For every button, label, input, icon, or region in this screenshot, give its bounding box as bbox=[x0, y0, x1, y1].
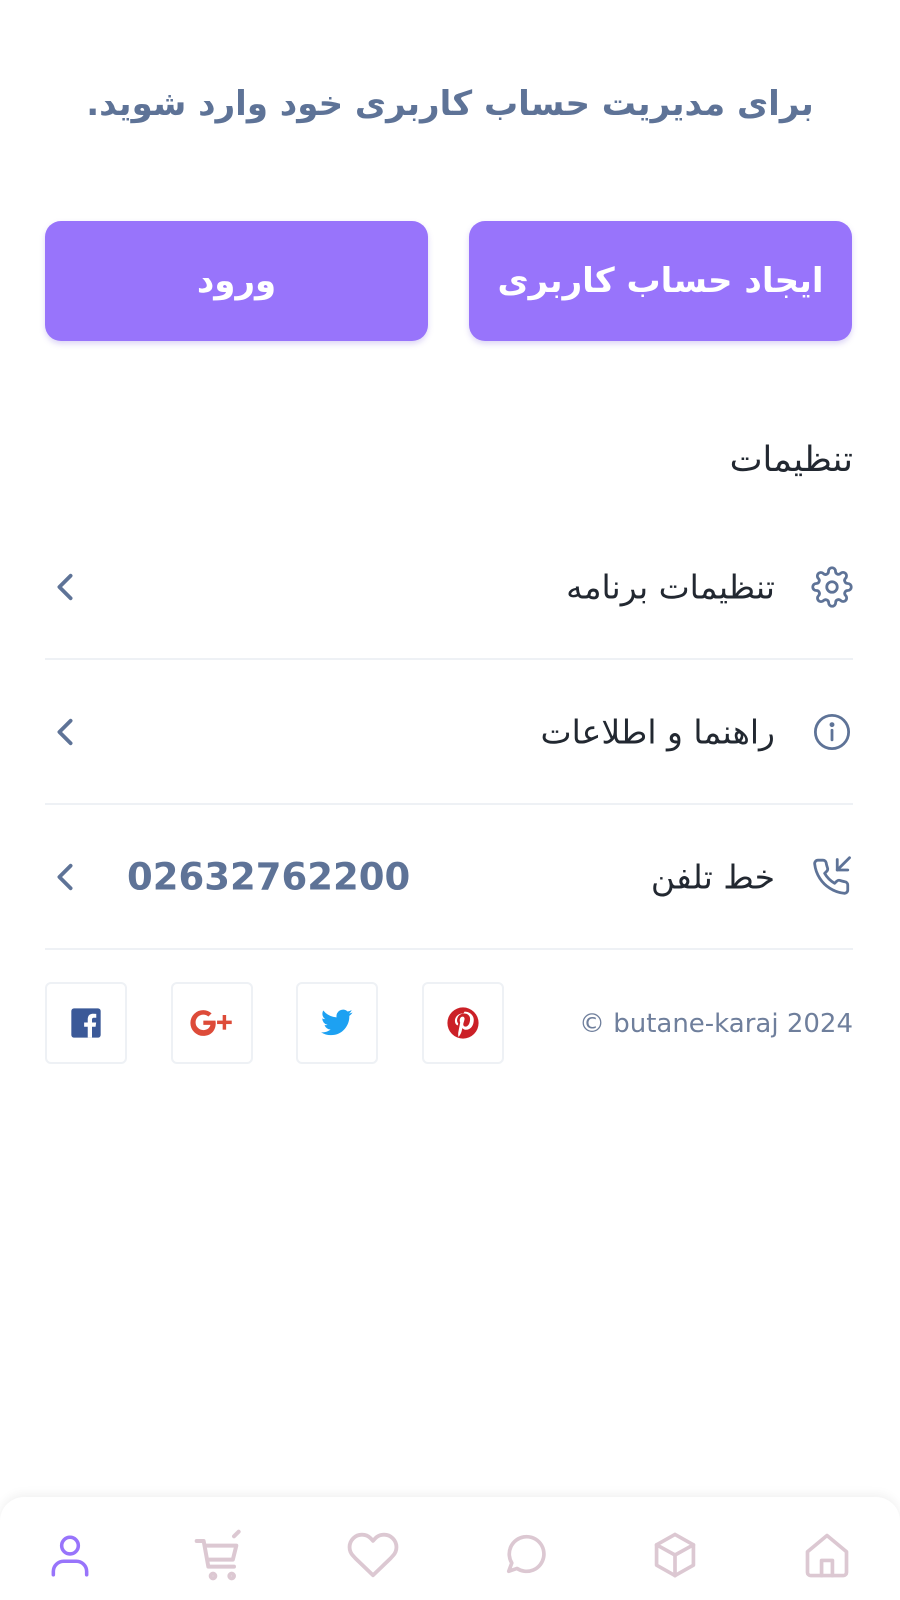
settings-item-label: تنظیمات برنامه bbox=[566, 567, 775, 606]
chevron-left-icon bbox=[57, 718, 73, 745]
phone-icon bbox=[813, 855, 851, 895]
chat-icon bbox=[506, 1534, 546, 1574]
info-icon bbox=[813, 713, 851, 750]
register-button[interactable]: ایجاد حساب کاربری bbox=[469, 221, 852, 341]
pinterest-icon bbox=[447, 1007, 479, 1039]
nav-home[interactable] bbox=[797, 1525, 857, 1585]
copyright-text: © butane-karaj 2024 bbox=[578, 1009, 853, 1039]
nav-search[interactable] bbox=[495, 1525, 555, 1585]
user-icon bbox=[51, 1535, 89, 1577]
chevron-left-icon bbox=[57, 863, 73, 890]
phone-number[interactable]: 02632762200 bbox=[127, 855, 410, 898]
gear-icon bbox=[811, 565, 853, 608]
heart-icon bbox=[347, 1532, 399, 1578]
settings-item-label: راهنما و اطلاعات bbox=[540, 712, 775, 751]
bottom-navigation bbox=[0, 1497, 900, 1600]
settings-item-app-settings[interactable]: تنظیمات برنامه bbox=[45, 515, 853, 660]
nav-profile[interactable] bbox=[40, 1525, 100, 1585]
twitter-icon bbox=[320, 1009, 353, 1036]
settings-item-label: خط تلفن bbox=[650, 857, 775, 896]
nav-cart[interactable] bbox=[190, 1525, 250, 1585]
cart-icon bbox=[194, 1529, 241, 1581]
footer: © butane-karaj 2024 bbox=[45, 982, 853, 1066]
nav-wishlist[interactable] bbox=[343, 1525, 403, 1585]
settings-item-phone-line[interactable]: خط تلفن 02632762200 bbox=[45, 805, 853, 950]
twitter-link[interactable] bbox=[296, 982, 378, 1064]
google-plus-icon bbox=[190, 1010, 232, 1036]
login-button[interactable]: ورود bbox=[45, 221, 428, 341]
box-icon bbox=[654, 1532, 696, 1578]
pinterest-link[interactable] bbox=[422, 982, 504, 1064]
login-prompt: برای مدیریت حساب کاربری خود وارد شوید. bbox=[86, 84, 814, 124]
settings-item-help-info[interactable]: راهنما و اطلاعات bbox=[45, 660, 853, 805]
chevron-left-icon bbox=[57, 573, 73, 600]
settings-section-title: تنظیمات bbox=[729, 440, 853, 480]
facebook-icon bbox=[71, 1008, 101, 1038]
google-plus-link[interactable] bbox=[171, 982, 253, 1064]
nav-categories[interactable] bbox=[645, 1525, 705, 1585]
account-page: برای مدیریت حساب کاربری خود وارد شوید. ا… bbox=[0, 0, 900, 1600]
facebook-link[interactable] bbox=[45, 982, 127, 1064]
home-icon bbox=[805, 1533, 849, 1578]
